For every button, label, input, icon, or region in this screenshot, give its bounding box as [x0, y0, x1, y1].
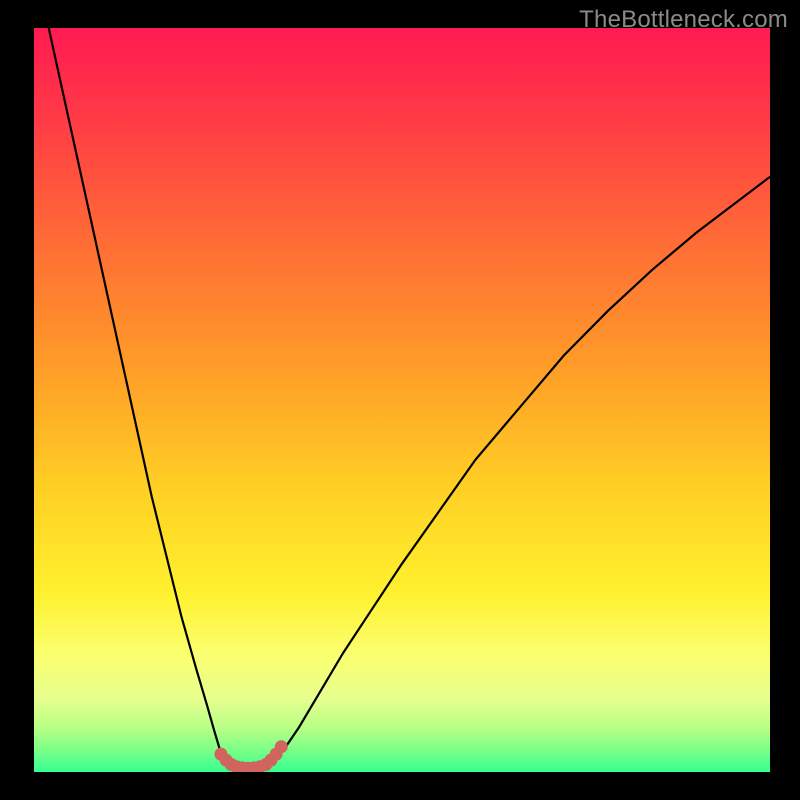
chart-curves [34, 28, 770, 772]
curve-left-arm [49, 28, 224, 758]
valley-dot [275, 740, 288, 753]
curve-right-arm [283, 177, 770, 751]
watermark-text: TheBottleneck.com [579, 6, 788, 34]
chart-frame [34, 28, 770, 772]
valley-markers [214, 740, 287, 772]
